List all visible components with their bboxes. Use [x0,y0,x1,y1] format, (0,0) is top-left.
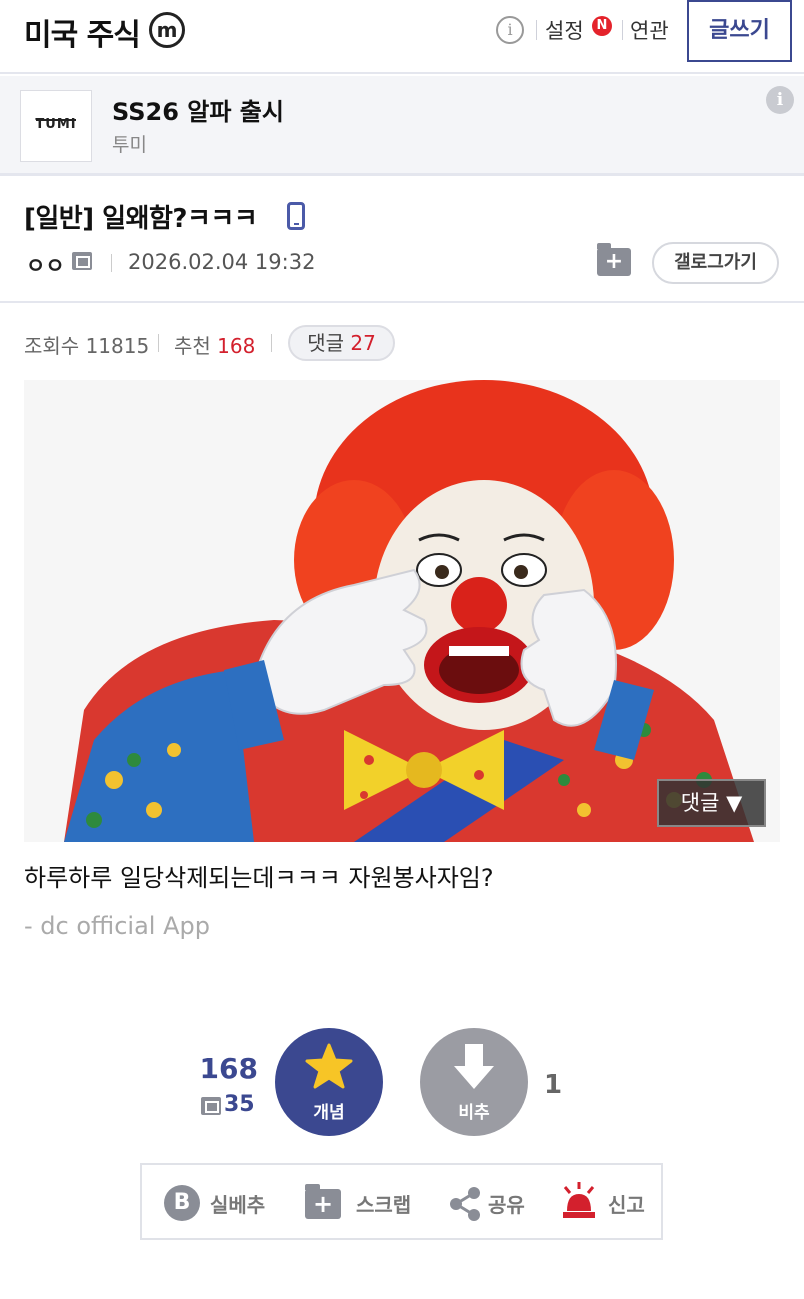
scrap-label: 스크랩 [356,1193,412,1217]
downvote-button[interactable]: 비추 [420,1028,528,1136]
gallery-title[interactable]: 미국 주식 [24,10,141,54]
plus-icon: + [312,1190,334,1218]
share-label: 공유 [488,1193,525,1217]
fixed-user-icon [201,1097,221,1115]
b-icon: B [164,1185,200,1221]
header-divider [536,20,537,40]
scrap-icon: + [305,1184,341,1219]
meta-divider [111,254,112,272]
upvote-button[interactable]: 개념 [275,1028,383,1136]
down-arrow-icon [454,1044,494,1089]
post-body-text: 하루하루 일당삭제되는데ㅋㅋㅋ 자원봉사자임? [24,864,494,892]
gallog-button[interactable]: 갤로그가기 [652,242,779,284]
post-image[interactable] [24,380,780,842]
best-recommend-label: 실베추 [210,1193,266,1217]
report-action[interactable]: 신고 [542,1165,662,1238]
recommend-count: 168 [217,334,256,358]
recommend-stat: 추천 168 [174,330,255,359]
jump-to-comments-button[interactable]: 댓글 ▼ [657,779,766,827]
views-stat: 조회수 11815 [24,330,149,359]
comments-count: 27 [350,331,376,355]
ad-info-icon[interactable]: i [766,86,794,114]
new-badge: N [592,16,612,36]
comments-label: 댓글 [307,331,344,355]
settings-link[interactable]: 설정 [545,15,584,45]
post-footer-signature: - dc official App [24,912,210,940]
stat-divider [271,334,272,352]
siren-icon [563,1182,595,1218]
views-count: 11815 [85,334,150,358]
folder-add-icon[interactable]: + [597,243,631,276]
section-divider [0,301,804,303]
header-divider [622,20,623,40]
clown-image [24,380,780,842]
views-label: 조회수 [24,334,80,358]
ad-logo: TUMI [20,90,92,162]
author-name[interactable]: ㅇㅇ [26,250,65,280]
info-icon[interactable]: i [496,16,524,44]
plus-icon: + [604,249,624,274]
best-recommend-action[interactable]: B 실베추 [142,1165,282,1238]
write-button[interactable]: 글쓰기 [687,0,792,62]
ad-advertiser: 투미 [112,134,147,156]
post-date: 2026.02.04 19:32 [128,250,316,274]
recommend-label: 추천 [174,334,211,358]
report-label: 신고 [608,1193,645,1217]
related-link[interactable]: 연관 [630,15,669,45]
upvote-label: 개념 [313,1103,345,1123]
fixed-user-icon [72,252,92,270]
mobile-icon [287,202,305,230]
downvote-label: 비추 [458,1103,490,1123]
ad-logo-text: TUMI [35,117,77,132]
fixed-upvote-count: 35 [224,1092,255,1117]
top-header: 미국 주식 m i 설정 N 연관 글쓰기 [0,0,804,74]
post-actions-bar: B 실베추 + 스크랩 공유 신고 [140,1163,663,1240]
minor-gallery-badge: m [149,12,185,48]
post-title: [일반] 일왜함?ㅋㅋㅋ [24,204,258,234]
star-icon [305,1043,353,1089]
ad-banner[interactable]: TUMI SS26 알파 출시 투미 i [0,76,804,176]
upvote-count: 168 [199,1052,258,1085]
share-action[interactable]: 공유 [432,1165,542,1238]
comment-count-button[interactable]: 댓글 27 [288,325,395,361]
stat-divider [158,334,159,352]
ad-title[interactable]: SS26 알파 출시 [112,92,284,127]
share-icon [450,1187,480,1221]
downvote-count: 1 [544,1070,563,1100]
scrap-action[interactable]: + 스크랩 [282,1165,422,1238]
